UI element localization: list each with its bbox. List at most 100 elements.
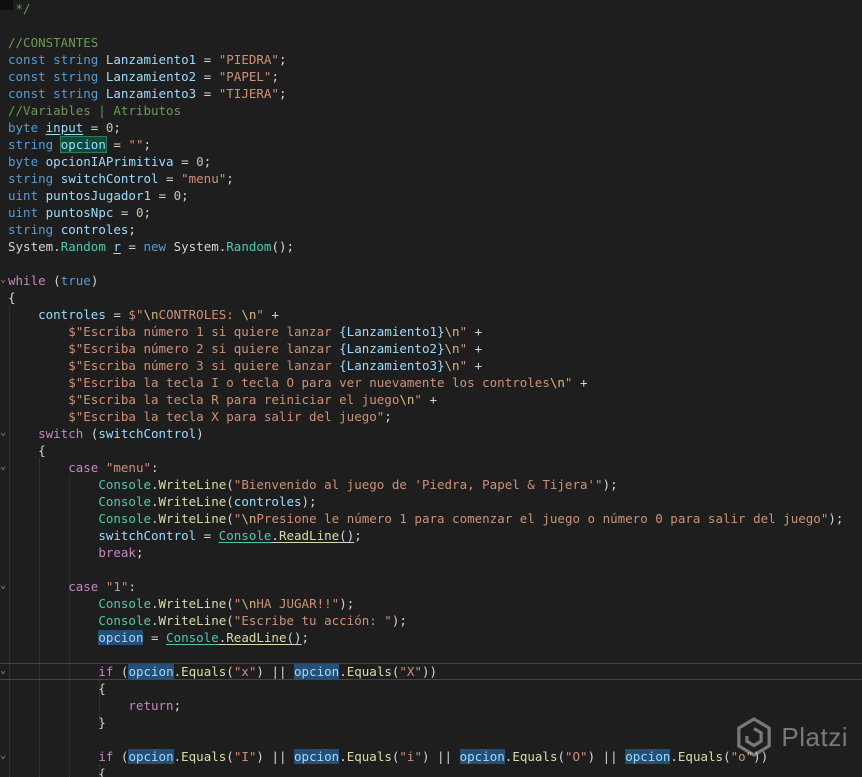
code-token: WriteLine bbox=[158, 596, 227, 611]
code-line[interactable]: uint puntosNpc = 0; bbox=[8, 204, 862, 221]
code-line[interactable]: { bbox=[8, 289, 862, 306]
code-line[interactable]: $"Escriba número 1 si quiere lanzar {Lan… bbox=[8, 323, 862, 340]
code-line[interactable]: //Variables | Atributos bbox=[8, 102, 862, 119]
code-line[interactable]: $"Escriba número 3 si quiere lanzar {Lan… bbox=[8, 357, 862, 374]
code-line[interactable] bbox=[8, 561, 862, 578]
code-line[interactable]: $"Escriba la tecla R para reiniciar el j… bbox=[8, 391, 862, 408]
code-token: "menu" bbox=[105, 460, 152, 475]
fold-chevron-icon[interactable]: ⌄ bbox=[0, 272, 8, 287]
code-line[interactable]: byte input = 0; bbox=[8, 119, 862, 136]
code-line[interactable]: const string Lanzamiento2 = "PAPEL"; bbox=[8, 68, 862, 85]
code-token: ); bbox=[301, 494, 317, 509]
code-line[interactable]: Console.WriteLine("Bienvenido al juego d… bbox=[8, 476, 862, 493]
code-line[interactable]: Console.WriteLine("Escribe tu acción: ")… bbox=[8, 612, 862, 629]
code-token: uint bbox=[8, 188, 39, 203]
code-line[interactable]: ⌄ while (true) bbox=[0, 272, 862, 289]
code-token: "menu" bbox=[181, 171, 227, 186]
fold-chevron-icon[interactable]: ⌄ bbox=[0, 425, 8, 440]
code-token: System bbox=[8, 239, 54, 254]
code-line[interactable]: return; bbox=[8, 697, 862, 714]
code-line[interactable]: ⌄ if (opcion.Equals("I") || opcion.Equal… bbox=[0, 748, 862, 765]
code-line[interactable]: System.Random r = new System.Random(); bbox=[8, 238, 862, 255]
code-token: ); bbox=[602, 477, 618, 492]
code-line[interactable]: uint puntosJugador1 = 0; bbox=[8, 187, 862, 204]
fold-chevron-icon[interactable]: ⌄ bbox=[0, 748, 8, 763]
code-token: Random bbox=[60, 239, 106, 254]
code-line[interactable]: string switchControl = "menu"; bbox=[8, 170, 862, 187]
code-line[interactable]: controles = $"\nCONTROLES: \n" + bbox=[8, 306, 862, 323]
code-token: )) bbox=[421, 664, 438, 679]
code-token: ( bbox=[226, 749, 234, 764]
code-token: ; bbox=[278, 86, 287, 101]
code-line[interactable]: byte opcionIAPrimitiva = 0; bbox=[8, 153, 862, 170]
fold-chevron-icon[interactable]: ⌄ bbox=[0, 663, 8, 678]
code-token: ); bbox=[828, 511, 844, 526]
code-line[interactable]: ⌄ switch (switchControl) bbox=[0, 425, 862, 442]
code-token: ( bbox=[226, 596, 234, 611]
code-token: HA JUGAR!!" bbox=[256, 596, 340, 611]
code-line[interactable]: Console.WriteLine(controles); bbox=[8, 493, 862, 510]
code-token: " bbox=[256, 307, 264, 322]
code-line[interactable]: ⌄ case "menu": bbox=[0, 459, 862, 476]
code-line[interactable]: const string Lanzamiento1 = "PIEDRA"; bbox=[8, 51, 862, 68]
code-token: + bbox=[572, 375, 588, 390]
code-line[interactable]: const string Lanzamiento3 = "TIJERA"; bbox=[8, 85, 862, 102]
code-line[interactable] bbox=[8, 255, 862, 272]
code-token: = bbox=[105, 307, 129, 322]
code-line[interactable]: break; bbox=[8, 544, 862, 561]
code-line[interactable]: $"Escriba la tecla I o tecla O para ver … bbox=[8, 374, 862, 391]
code-token: Lanzamiento3 bbox=[105, 86, 197, 101]
code-line[interactable]: //CONSTANTES bbox=[8, 34, 862, 51]
code-token: uint bbox=[8, 205, 39, 220]
code-line[interactable]: { bbox=[8, 680, 862, 697]
code-line-current[interactable]: ⌄ if (opcion.Equals("x") || opcion.Equal… bbox=[0, 663, 862, 680]
code-line[interactable]: } bbox=[8, 714, 862, 731]
code-line[interactable]: Console.WriteLine("\nHA JUGAR!!"); bbox=[8, 595, 862, 612]
code-token: = bbox=[143, 630, 167, 645]
code-token: = bbox=[196, 86, 219, 101]
code-line[interactable]: { bbox=[8, 765, 862, 777]
code-line[interactable] bbox=[8, 17, 862, 34]
code-line[interactable]: switchControl = Console.ReadLine(); bbox=[8, 527, 862, 544]
code-token: "O" bbox=[565, 749, 588, 764]
code-token: { bbox=[8, 290, 16, 305]
code-line[interactable]: $"Escriba la tecla X para salir del jueg… bbox=[8, 408, 862, 425]
code-token: switchControl bbox=[60, 171, 159, 186]
code-line[interactable]: ⌄ case "1": bbox=[0, 578, 862, 595]
code-token: input bbox=[45, 120, 84, 135]
code-line[interactable]: opcion = Console.ReadLine(); bbox=[8, 629, 862, 646]
code-token: "PIEDRA" bbox=[218, 52, 279, 67]
code-token: . bbox=[151, 511, 159, 526]
code-token: ( bbox=[83, 426, 99, 441]
code-token: \n bbox=[444, 324, 460, 339]
code-line[interactable]: string controles; bbox=[8, 221, 862, 238]
code-token: switchControl bbox=[98, 528, 197, 543]
code-line[interactable]: $"Escriba número 2 si quiere lanzar {Lan… bbox=[8, 340, 862, 357]
fold-chevron-icon[interactable]: ⌄ bbox=[0, 459, 8, 474]
code-token: byte bbox=[8, 120, 39, 135]
code-line[interactable] bbox=[8, 731, 862, 748]
code-token: 0 bbox=[196, 154, 204, 169]
code-token: "PAPEL" bbox=[218, 69, 272, 84]
code-line[interactable]: string opcion = ""; bbox=[8, 136, 862, 153]
code-line[interactable]: */ bbox=[8, 0, 862, 17]
code-token: {Lanzamiento2} bbox=[339, 341, 445, 356]
code-line[interactable]: { bbox=[8, 442, 862, 459]
code-area[interactable]: */ //CONSTANTES const string Lanzamiento1 … bbox=[0, 0, 862, 777]
code-token: . bbox=[339, 664, 347, 679]
code-token: ); bbox=[391, 613, 407, 628]
fold-chevron-icon[interactable]: ⌄ bbox=[0, 578, 8, 593]
code-token: return bbox=[128, 698, 174, 713]
code-line[interactable] bbox=[8, 646, 862, 663]
code-token: = bbox=[113, 205, 136, 220]
code-line[interactable]: Console.WriteLine("\nPresione le número … bbox=[8, 510, 862, 527]
code-token: string bbox=[8, 222, 54, 237]
